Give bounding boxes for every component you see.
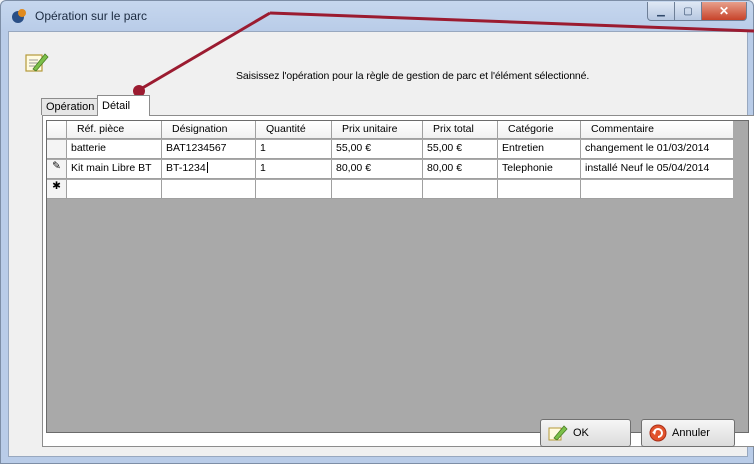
grid-cell[interactable] bbox=[332, 180, 423, 199]
grid-cell[interactable] bbox=[423, 180, 498, 199]
tab-detail[interactable]: Détail bbox=[97, 95, 150, 116]
grid-cell[interactable]: batterie bbox=[67, 140, 162, 159]
ok-icon bbox=[548, 425, 568, 441]
grid-cell[interactable]: 1 bbox=[256, 140, 332, 159]
grid-cell[interactable] bbox=[498, 180, 581, 199]
close-icon: ✕ bbox=[718, 4, 730, 18]
new-row-icon[interactable]: ✱ bbox=[47, 180, 67, 199]
grid-cell[interactable]: 55,00 € bbox=[423, 140, 498, 159]
column-header[interactable]: Réf. pièce bbox=[67, 121, 162, 139]
grid-cell[interactable] bbox=[581, 180, 733, 199]
tab-operation[interactable]: Opération bbox=[41, 98, 99, 115]
table-row[interactable]: batterie BAT1234567 1 55,00 € 55,00 € En… bbox=[47, 140, 733, 159]
minimize-icon: ▁ bbox=[657, 5, 665, 17]
maximize-icon: ▢ bbox=[683, 5, 693, 17]
grid-cell[interactable]: 80,00 € bbox=[423, 160, 498, 179]
column-header[interactable]: Catégorie bbox=[498, 121, 581, 139]
minimize-button[interactable]: ▁ bbox=[647, 2, 675, 21]
detail-grid[interactable]: Réf. pièce Désignation Quantité Prix uni… bbox=[46, 120, 749, 433]
tab-operation-label: Opération bbox=[46, 101, 95, 113]
title-bar[interactable]: Opération sur le parc ▁ ▢ ✕ bbox=[1, 1, 753, 31]
table-row[interactable]: ✎ Kit main Libre BT BT-1234 1 80,00 € 80… bbox=[47, 160, 733, 179]
dialog-window: Opération sur le parc ▁ ▢ ✕ Saisissez l'… bbox=[0, 0, 754, 464]
cell-edit-text: BT-1234 bbox=[166, 162, 206, 174]
row-header[interactable] bbox=[47, 140, 67, 159]
detail-tab-panel: Réf. pièce Désignation Quantité Prix uni… bbox=[42, 115, 754, 447]
grid-cell[interactable]: changement le 01/03/2014 bbox=[581, 140, 733, 159]
grid-cell[interactable]: Telephonie bbox=[498, 160, 581, 179]
pencil-icon[interactable]: ✎ bbox=[47, 160, 67, 179]
column-header[interactable]: Quantité bbox=[256, 121, 332, 139]
new-row[interactable]: ✱ bbox=[47, 180, 733, 199]
instruction-text: Saisissez l'opération pour la règle de g… bbox=[236, 70, 590, 82]
grid-cell[interactable]: Kit main Libre BT bbox=[67, 160, 162, 179]
grid-cell[interactable]: 55,00 € bbox=[332, 140, 423, 159]
ok-label: OK bbox=[573, 427, 589, 439]
text-caret bbox=[206, 162, 208, 173]
column-header[interactable]: Désignation bbox=[162, 121, 256, 139]
grid-cell[interactable]: 80,00 € bbox=[332, 160, 423, 179]
edit-note-icon bbox=[25, 53, 49, 72]
select-all-header[interactable] bbox=[47, 121, 67, 139]
cancel-label: Annuler bbox=[672, 427, 710, 439]
maximize-button[interactable]: ▢ bbox=[675, 2, 702, 21]
app-icon bbox=[12, 9, 26, 23]
window-title: Opération sur le parc bbox=[35, 9, 148, 23]
close-button[interactable]: ✕ bbox=[702, 2, 747, 21]
grid-cell[interactable]: 1 bbox=[256, 160, 332, 179]
ok-button[interactable]: OK bbox=[540, 419, 631, 447]
grid-cell[interactable] bbox=[162, 180, 256, 199]
grid-cell[interactable]: BAT1234567 bbox=[162, 140, 256, 159]
grid-cell[interactable] bbox=[256, 180, 332, 199]
tab-detail-label: Détail bbox=[102, 100, 131, 112]
dialog-client-area: Saisissez l'opération pour la règle de g… bbox=[8, 31, 754, 457]
cancel-icon bbox=[649, 424, 667, 442]
cancel-button[interactable]: Annuler bbox=[641, 419, 735, 447]
grid-cell[interactable] bbox=[67, 180, 162, 199]
column-header[interactable]: Prix total bbox=[423, 121, 498, 139]
column-header[interactable]: Commentaire bbox=[581, 121, 733, 139]
grid-cell-editing[interactable]: BT-1234 bbox=[162, 160, 256, 179]
grid-header-row: Réf. pièce Désignation Quantité Prix uni… bbox=[47, 121, 733, 139]
grid-cell[interactable]: Entretien bbox=[498, 140, 581, 159]
column-header[interactable]: Prix unitaire bbox=[332, 121, 423, 139]
grid-cell[interactable]: installé Neuf le 05/04/2014 bbox=[581, 160, 733, 179]
